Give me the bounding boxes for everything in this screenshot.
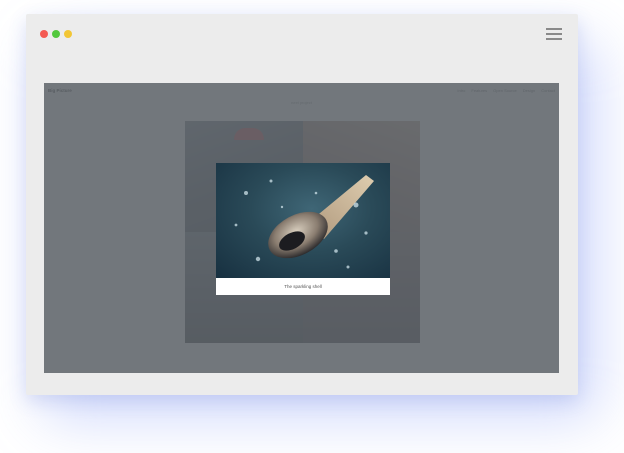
page-viewport: Big Picture Intro Features Open Source D… xyxy=(44,83,559,373)
shell-illustration xyxy=(234,175,374,269)
hamburger-menu-icon[interactable] xyxy=(546,28,562,40)
maximize-dot[interactable] xyxy=(64,30,72,38)
window-controls xyxy=(40,30,72,38)
browser-window: Big Picture Intro Features Open Source D… xyxy=(26,14,578,395)
sparkling-shell-photo xyxy=(216,163,390,278)
minimize-dot[interactable] xyxy=(52,30,60,38)
caption-bar: The sparkling shell xyxy=(216,278,390,295)
lightbox-modal: The sparkling shell xyxy=(216,163,390,295)
close-dot[interactable] xyxy=(40,30,48,38)
lightbox-caption: The sparkling shell xyxy=(284,284,322,289)
